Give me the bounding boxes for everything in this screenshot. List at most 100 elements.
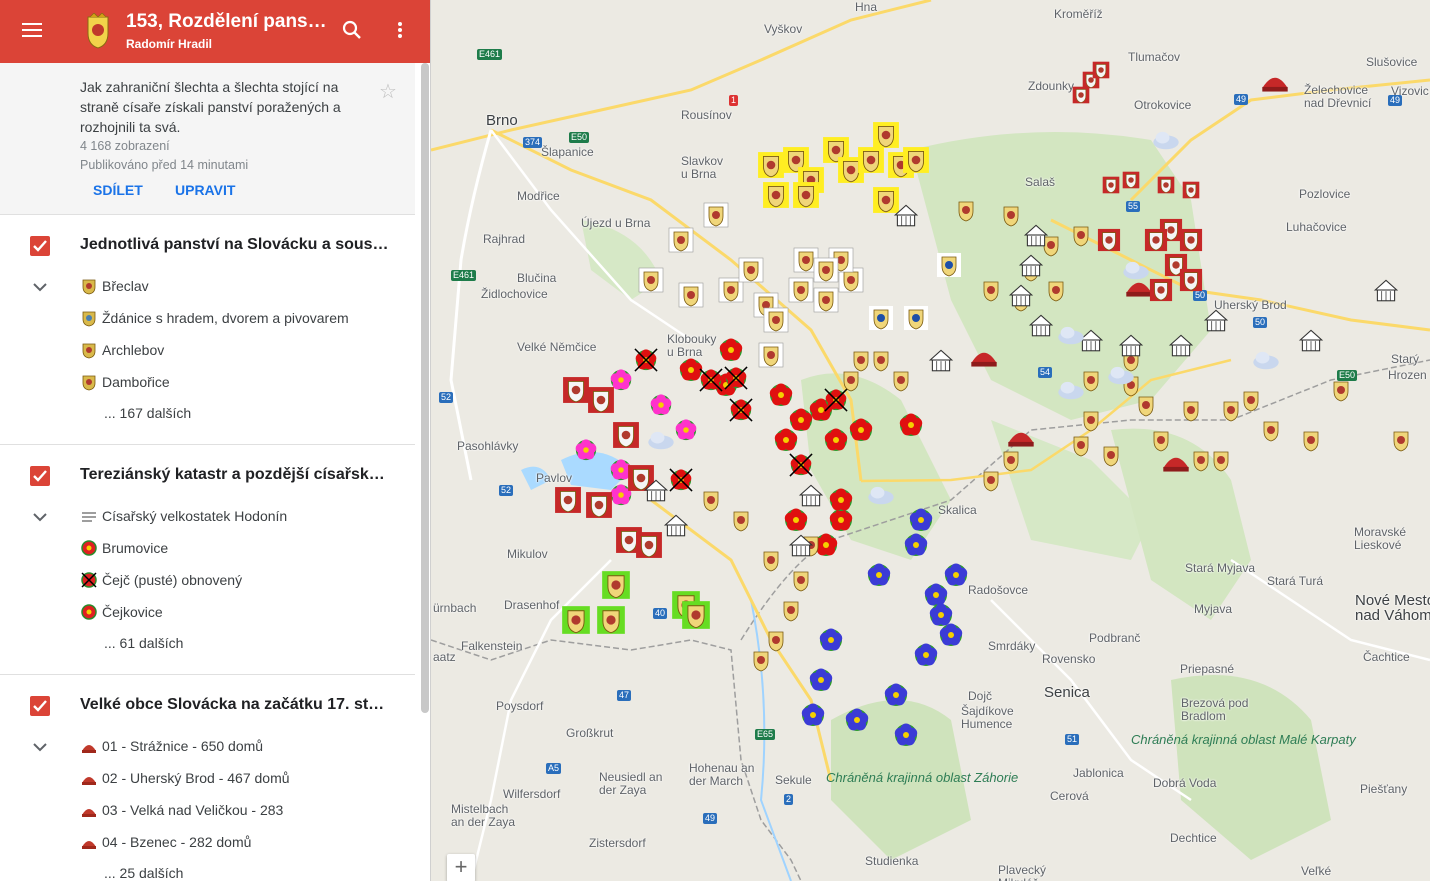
rose-icon[interactable] <box>788 407 814 433</box>
rose-crossed-icon[interactable] <box>789 453 813 477</box>
list-item[interactable]: Ždánice s hradem, dvorem a pivovarem <box>80 309 349 327</box>
coat-of-arms-icon[interactable] <box>868 305 894 331</box>
zoom-in-button[interactable]: + <box>447 854 475 881</box>
rose-icon[interactable] <box>768 382 794 408</box>
coat-of-arms-icon[interactable] <box>1179 268 1203 292</box>
rose-icon[interactable] <box>828 487 854 513</box>
town-icon[interactable] <box>969 340 999 370</box>
coat-of-arms-icon[interactable] <box>1182 181 1200 199</box>
coat-of-arms-icon[interactable] <box>1098 442 1124 468</box>
rose-icon[interactable] <box>649 393 673 417</box>
coat-of-arms-icon[interactable] <box>703 202 729 228</box>
house-icon[interactable] <box>1372 276 1400 304</box>
list-item[interactable]: 01 - Strážnice - 650 domů <box>80 737 263 755</box>
imperial-estate-icon[interactable] <box>893 722 919 748</box>
coat-of-arms-icon[interactable] <box>1157 176 1175 194</box>
coat-of-arms-icon[interactable] <box>902 146 930 174</box>
coat-of-arms-icon[interactable] <box>1298 427 1324 453</box>
list-item[interactable]: 04 - Bzenec - 282 domů <box>80 833 251 851</box>
coat-of-arms-icon[interactable] <box>1092 61 1110 79</box>
coat-of-arms-icon[interactable] <box>758 547 784 573</box>
town-icon[interactable] <box>1006 420 1036 450</box>
coat-of-arms-icon[interactable] <box>1328 377 1354 403</box>
rose-crossed-icon[interactable] <box>699 368 723 392</box>
coat-of-arms-icon[interactable] <box>872 121 900 149</box>
house-icon[interactable] <box>642 476 670 504</box>
coat-of-arms-icon[interactable] <box>562 376 590 404</box>
layer-checkbox[interactable] <box>30 466 50 486</box>
rose-icon[interactable] <box>674 418 698 442</box>
more-items-link[interactable]: ... 61 dalších <box>104 635 183 651</box>
house-icon[interactable] <box>1017 251 1045 279</box>
coat-of-arms-icon[interactable] <box>848 347 874 373</box>
imperial-estate-icon[interactable] <box>938 622 964 648</box>
house-icon[interactable] <box>797 481 825 509</box>
imperial-estate-icon[interactable] <box>808 667 834 693</box>
coat-of-arms-icon[interactable] <box>978 467 1004 493</box>
coat-of-arms-icon[interactable] <box>601 570 631 600</box>
coat-of-arms-icon[interactable] <box>1068 222 1094 248</box>
house-icon[interactable] <box>1022 221 1050 249</box>
house-icon[interactable] <box>1007 281 1035 309</box>
coat-of-arms-icon[interactable] <box>1258 417 1284 443</box>
coat-of-arms-icon[interactable] <box>1188 447 1214 473</box>
cloud-icon[interactable] <box>1056 320 1086 350</box>
coat-of-arms-icon[interactable] <box>668 227 694 253</box>
map-canvas[interactable]: Chráněná krajinná oblast Záhorie Chráněn… <box>431 0 1430 881</box>
list-item[interactable]: Císařský velkostatek Hodonín <box>80 507 287 525</box>
coat-of-arms-icon[interactable] <box>638 267 664 293</box>
list-item[interactable]: 02 - Uherský Brod - 467 domů <box>80 769 290 787</box>
coat-of-arms-icon[interactable] <box>554 486 582 514</box>
coat-of-arms-icon[interactable] <box>698 487 724 513</box>
house-icon[interactable] <box>1027 311 1055 339</box>
coat-of-arms-icon[interactable] <box>1043 277 1069 303</box>
list-item[interactable]: 03 - Velká nad Veličkou - 283 <box>80 801 283 819</box>
list-item[interactable]: Čejkovice <box>80 603 163 621</box>
rose-icon[interactable] <box>783 507 809 533</box>
coat-of-arms-icon[interactable] <box>585 491 613 519</box>
coat-of-arms-icon[interactable] <box>1144 228 1168 252</box>
coat-of-arms-icon[interactable] <box>1238 387 1264 413</box>
coat-of-arms-icon[interactable] <box>1078 407 1104 433</box>
list-item[interactable]: Brumovice <box>80 539 168 557</box>
house-icon[interactable] <box>787 531 815 559</box>
coat-of-arms-icon[interactable] <box>936 252 962 278</box>
more-items-link[interactable]: ... 167 dalších <box>104 405 191 421</box>
rose-icon[interactable] <box>718 337 744 363</box>
imperial-estate-icon[interactable] <box>800 702 826 728</box>
layer-checkbox[interactable] <box>30 236 50 256</box>
coat-of-arms-icon[interactable] <box>738 257 764 283</box>
imperial-estate-icon[interactable] <box>883 682 909 708</box>
coat-of-arms-icon[interactable] <box>813 257 839 283</box>
chevron-down-icon[interactable] <box>32 512 48 522</box>
coat-of-arms-icon[interactable] <box>1149 278 1173 302</box>
cloud-icon[interactable] <box>646 425 676 455</box>
star-icon[interactable]: ☆ <box>379 79 397 104</box>
list-item[interactable]: Dambořice <box>80 373 170 391</box>
rose-crossed-icon[interactable] <box>729 398 753 422</box>
coat-of-arms-icon[interactable] <box>757 151 785 179</box>
rose-crossed-icon[interactable] <box>634 348 658 372</box>
town-icon[interactable] <box>1161 445 1191 475</box>
more-vert-icon[interactable] <box>388 18 412 42</box>
cloud-icon[interactable] <box>1121 255 1151 285</box>
coat-of-arms-icon[interactable] <box>813 287 839 313</box>
coat-of-arms-icon[interactable] <box>792 181 820 209</box>
imperial-estate-icon[interactable] <box>866 562 892 588</box>
list-item[interactable]: Čejč (pusté) obnovený <box>80 571 242 589</box>
menu-button[interactable] <box>20 19 44 43</box>
sidebar-scrollbar[interactable] <box>421 63 429 713</box>
coat-of-arms-icon[interactable] <box>1133 392 1159 418</box>
imperial-estate-icon[interactable] <box>908 507 934 533</box>
coat-of-arms-icon[interactable] <box>587 386 615 414</box>
coat-of-arms-icon[interactable] <box>678 282 704 308</box>
coat-of-arms-icon[interactable] <box>903 305 929 331</box>
cloud-icon[interactable] <box>1151 125 1181 155</box>
house-icon[interactable] <box>927 346 955 374</box>
coat-of-arms-icon[interactable] <box>788 567 814 593</box>
rose-icon[interactable] <box>574 438 598 462</box>
coat-of-arms-icon[interactable] <box>857 146 885 174</box>
coat-of-arms-icon[interactable] <box>762 181 790 209</box>
more-items-link[interactable]: ... 25 dalších <box>104 865 183 881</box>
coat-of-arms-icon[interactable] <box>561 605 591 635</box>
